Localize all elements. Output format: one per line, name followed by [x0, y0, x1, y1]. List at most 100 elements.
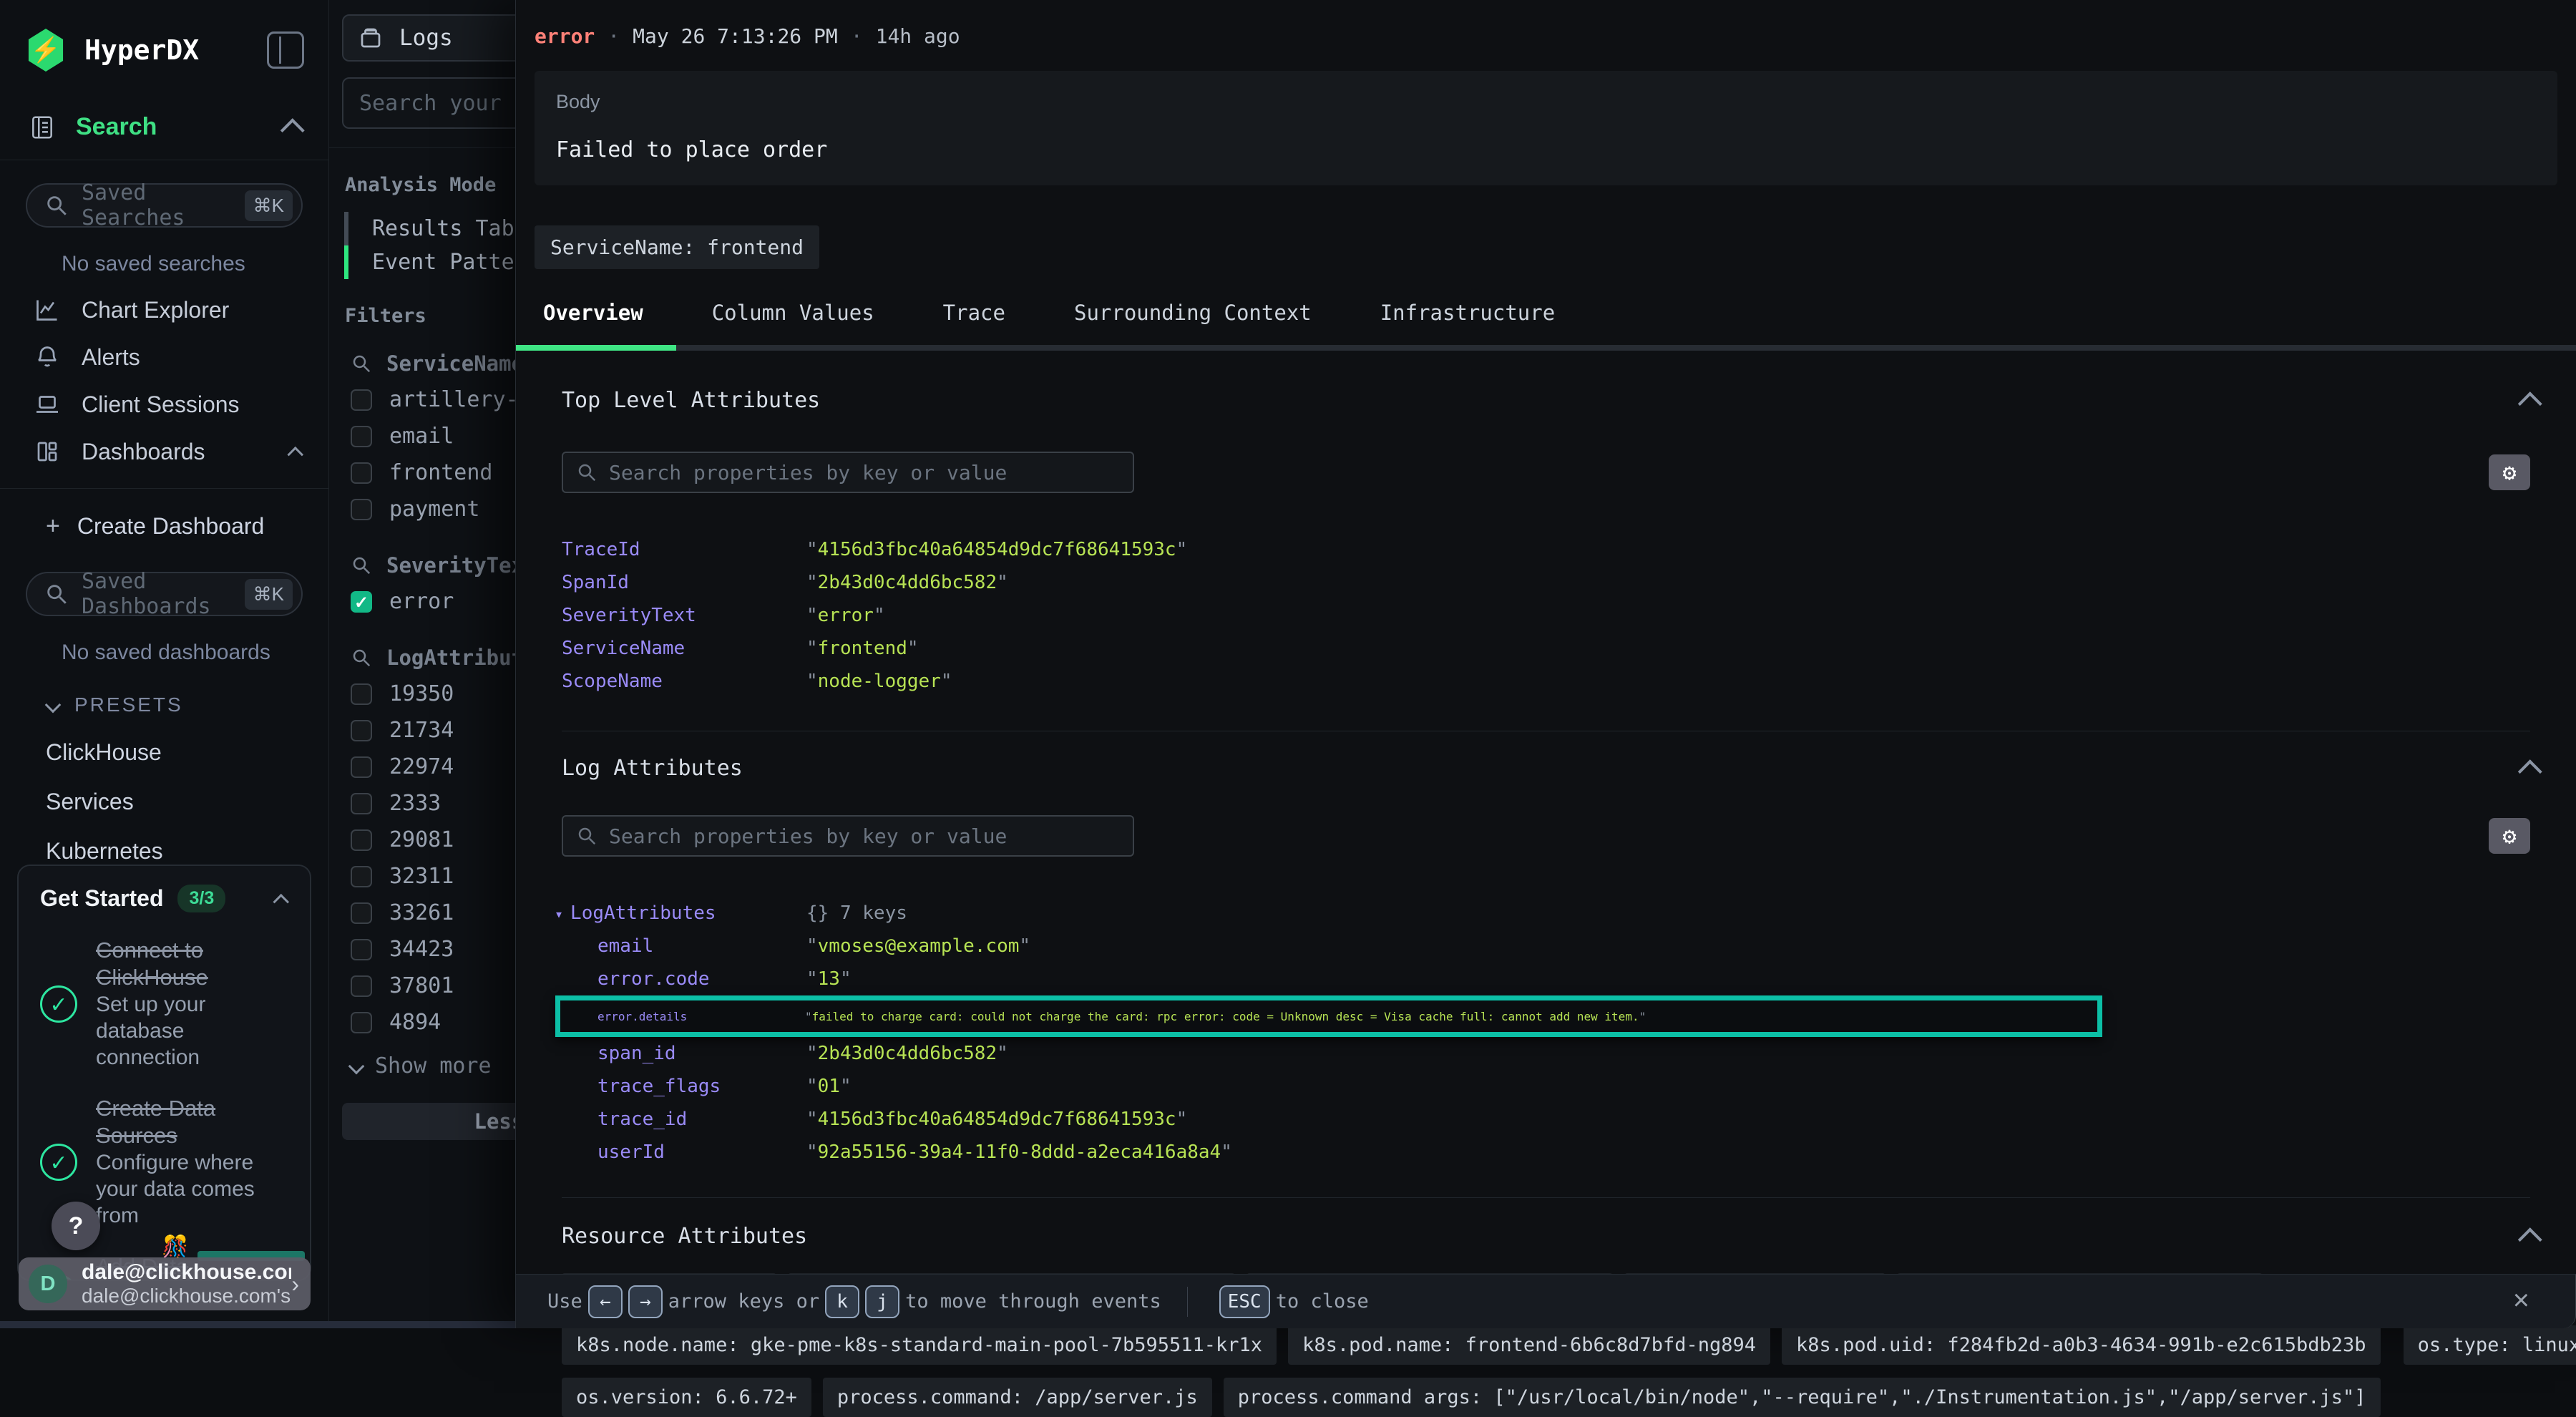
checkbox[interactable]: [351, 1012, 372, 1033]
filter-option[interactable]: 37801: [351, 973, 515, 998]
less-filters-button[interactable]: Less filters: [342, 1103, 515, 1140]
tab-trace[interactable]: Trace: [943, 301, 1005, 345]
resource-tag[interactable]: k8s.pod.name: frontend-6b6c8d7bfd-ng894: [1288, 1325, 1770, 1365]
attribute-row[interactable]: userId 92a55156-39a4-11f0-8ddd-a2eca416a…: [562, 1136, 2530, 1169]
sidebar-item-alerts[interactable]: Alerts: [0, 333, 328, 381]
filter-option[interactable]: email: [351, 424, 515, 449]
attribute-value[interactable]: vmoses@example.com: [806, 935, 1030, 957]
attribute-value[interactable]: failed to charge card: could not charge …: [805, 1010, 1646, 1023]
attribute-row[interactable]: SpanId 2b43d0c4dd6bc582: [562, 566, 2530, 599]
events-search-input[interactable]: Search your ev: [342, 77, 515, 129]
filter-option[interactable]: frontend: [351, 460, 515, 485]
attribute-value[interactable]: frontend: [806, 638, 919, 659]
chevron-up-icon[interactable]: [2518, 391, 2542, 416]
attribute-value[interactable]: 01: [806, 1076, 852, 1097]
attribute-row[interactable]: ScopeName node-logger: [562, 665, 2530, 698]
filter-option[interactable]: error: [351, 589, 515, 614]
tree-root-key[interactable]: LogAttributes: [555, 902, 806, 924]
resource-tag[interactable]: os.version: 6.6.72+: [562, 1378, 811, 1417]
tab-column-values[interactable]: Column Values: [712, 301, 874, 345]
chevron-up-icon[interactable]: [273, 893, 289, 910]
checkbox[interactable]: [351, 866, 372, 887]
filter-option[interactable]: 4894: [351, 1010, 515, 1035]
attribute-value[interactable]: 13: [806, 968, 852, 990]
resource-tag[interactable]: k8s.pod.uid: f284fb2d-a0b3-4634-991b-e2c…: [1782, 1325, 2381, 1365]
filter-option[interactable]: 32311: [351, 864, 515, 889]
resource-tag[interactable]: process.command: /app/server.js: [823, 1378, 1212, 1417]
attribute-key[interactable]: SeverityText: [562, 605, 806, 626]
preset-item-clickhouse[interactable]: ClickHouse: [0, 739, 328, 766]
checkbox[interactable]: [351, 720, 372, 741]
preset-item-kubernetes[interactable]: Kubernetes: [0, 838, 328, 865]
resource-tag[interactable]: os.type: linux: [2404, 1325, 2576, 1365]
attribute-value[interactable]: error: [806, 605, 885, 626]
attribute-value[interactable]: 92a55156-39a4-11f0-8ddd-a2eca416a8a4: [806, 1141, 1232, 1163]
attribute-key[interactable]: ScopeName: [562, 671, 806, 692]
checkbox[interactable]: [351, 902, 372, 924]
tab-infrastructure[interactable]: Infrastructure: [1380, 301, 1555, 345]
checkbox-checked[interactable]: [351, 591, 372, 613]
tree-root-row[interactable]: LogAttributes {} 7 keys: [562, 897, 2530, 930]
mode-event-patterns[interactable]: Event Patterns: [329, 245, 515, 279]
filter-group-severitytext[interactable]: SeverityText: [351, 553, 515, 578]
checkbox[interactable]: [351, 462, 372, 484]
checkbox[interactable]: [351, 426, 372, 447]
attribute-row[interactable]: ServiceName frontend: [562, 632, 2530, 665]
attribute-value[interactable]: 2b43d0c4dd6bc582: [806, 1043, 1008, 1064]
chevron-up-icon[interactable]: [2518, 1227, 2542, 1252]
body-card[interactable]: Body Failed to place order: [535, 71, 2557, 185]
attribute-key[interactable]: SpanId: [562, 572, 806, 593]
chevron-up-icon[interactable]: [2518, 759, 2542, 784]
attribute-key[interactable]: trace_flags: [562, 1076, 806, 1097]
attribute-key[interactable]: ServiceName: [562, 638, 806, 659]
attribute-row[interactable]: trace_id 4156d3fbc40a64854d9dc7f68641593…: [562, 1103, 2530, 1136]
filter-group-servicename[interactable]: ServiceName: [351, 351, 515, 376]
checkbox[interactable]: [351, 389, 372, 411]
settings-gear-button[interactable]: ⚙: [2489, 454, 2530, 490]
presets-toggle[interactable]: PRESETS: [0, 693, 328, 716]
attribute-value[interactable]: node-logger: [806, 671, 952, 692]
attribute-value[interactable]: 2b43d0c4dd6bc582: [806, 572, 1008, 593]
attribute-row[interactable]: SeverityText error: [562, 599, 2530, 632]
highlighted-attribute-row[interactable]: error.details failed to charge card: cou…: [555, 995, 2102, 1037]
checkbox[interactable]: [351, 975, 372, 997]
checkbox[interactable]: [351, 793, 372, 814]
filter-option[interactable]: 19350: [351, 681, 515, 706]
checkbox[interactable]: [351, 499, 372, 520]
filter-option[interactable]: 21734: [351, 718, 515, 743]
settings-gear-button[interactable]: ⚙: [2489, 818, 2530, 854]
attribute-key[interactable]: userId: [562, 1141, 806, 1163]
filter-group-logattributes[interactable]: LogAttributes: [351, 646, 515, 670]
attribute-key[interactable]: email: [562, 935, 806, 957]
attribute-key[interactable]: error.code: [562, 968, 806, 990]
checkbox[interactable]: [351, 829, 372, 851]
attribute-row[interactable]: email vmoses@example.com: [562, 930, 2530, 963]
attribute-key[interactable]: error.details: [562, 1010, 805, 1023]
help-button[interactable]: ?: [52, 1202, 100, 1250]
get-started-item[interactable]: ✓ Connect to ClickHouse Set up your data…: [40, 937, 293, 1071]
sidebar-item-client-sessions[interactable]: Client Sessions: [0, 381, 328, 428]
tab-overview[interactable]: Overview: [543, 301, 643, 345]
attribute-key[interactable]: TraceId: [562, 539, 806, 560]
sidebar-item-chart-explorer[interactable]: Chart Explorer: [0, 286, 328, 333]
filter-option[interactable]: artillery-loadgen: [351, 387, 515, 412]
filter-option[interactable]: 2333: [351, 791, 515, 816]
close-icon[interactable]: ×: [2513, 1285, 2529, 1317]
checkbox[interactable]: [351, 939, 372, 960]
create-dashboard-button[interactable]: + Create Dashboard: [0, 503, 328, 549]
saved-searches-input[interactable]: Saved Searches ⌘K: [26, 183, 303, 228]
property-search-input[interactable]: Search properties by key or value: [562, 815, 1134, 857]
saved-dashboards-input[interactable]: Saved Dashboards ⌘K: [26, 572, 303, 616]
tab-surrounding-context[interactable]: Surrounding Context: [1074, 301, 1312, 345]
attribute-row[interactable]: trace_flags 01: [562, 1070, 2530, 1103]
filter-option[interactable]: 34423: [351, 937, 515, 962]
checkbox[interactable]: [351, 683, 372, 705]
checkbox[interactable]: [351, 756, 372, 778]
filter-option[interactable]: 22974: [351, 754, 515, 779]
resource-tag[interactable]: k8s.node.name: gke-pme-k8s-standard-main…: [562, 1325, 1277, 1365]
sidebar-item-dashboards[interactable]: Dashboards: [0, 428, 328, 475]
service-name-tag[interactable]: ServiceName: frontend: [535, 225, 819, 269]
filter-option[interactable]: payment: [351, 497, 515, 522]
mode-results-table[interactable]: Results Table: [329, 212, 515, 245]
attribute-row[interactable]: error.code 13: [562, 963, 2530, 995]
